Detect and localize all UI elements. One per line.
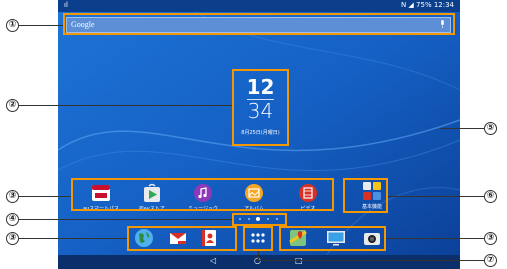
leader-line <box>258 260 484 261</box>
status-bar: ıl N ◢ 75% 12:34 <box>58 0 460 12</box>
highlight-dock-left <box>127 226 237 251</box>
highlight-dock-right <box>279 226 386 251</box>
highlight-app-tray <box>243 226 273 251</box>
leader-line <box>19 196 71 197</box>
callout-7: ⑦ <box>484 254 497 267</box>
leader-line <box>386 238 484 239</box>
highlight-clock <box>232 69 289 146</box>
highlight-search-bar <box>63 13 455 35</box>
leader-line <box>388 196 484 197</box>
status-bar-left: ıl <box>64 1 68 9</box>
back-button[interactable]: ◁ <box>210 256 216 265</box>
leader-line <box>440 128 484 129</box>
callout-4: ④ <box>6 213 19 226</box>
status-bar-right: N ◢ 75% 12:34 <box>400 1 454 9</box>
leader-line <box>258 251 259 260</box>
callout-6: ⑥ <box>484 190 497 203</box>
highlight-app-shortcuts <box>71 178 334 211</box>
highlight-folder <box>343 178 388 213</box>
navigation-bar: ◁ ○ □ <box>58 255 460 269</box>
leader-line <box>19 25 63 26</box>
callout-3: ③ <box>484 232 497 245</box>
leader-line <box>19 219 232 220</box>
leader-line <box>19 105 232 106</box>
leader-line <box>19 238 127 239</box>
highlight-page-indicator <box>232 213 287 226</box>
callout-1: ① <box>6 19 19 32</box>
callout-2: ② <box>6 99 19 112</box>
callout-3: ③ <box>6 190 19 203</box>
callout-5: ⑤ <box>484 122 497 135</box>
callout-3: ③ <box>6 232 19 245</box>
